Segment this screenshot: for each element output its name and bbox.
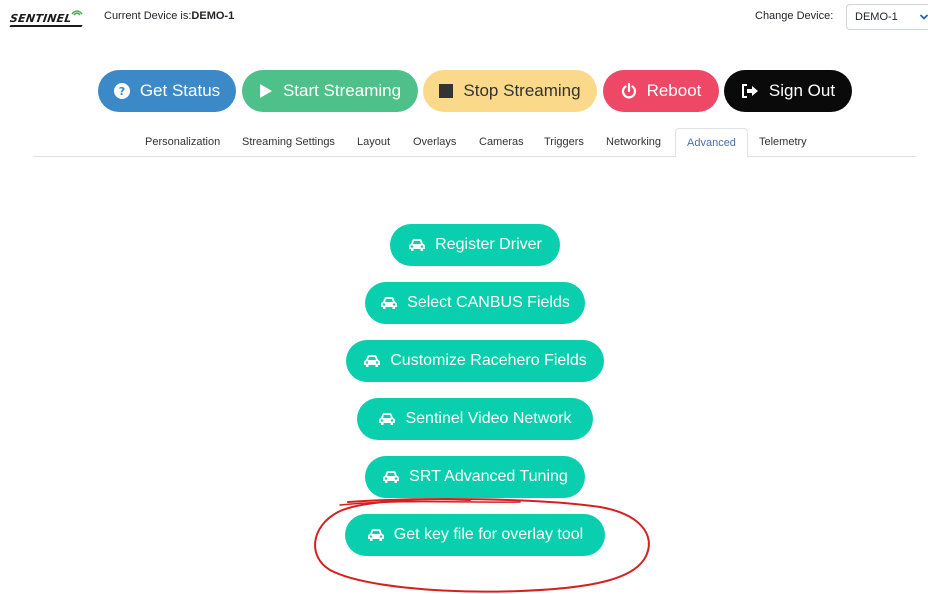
- get-key-file-button[interactable]: Get key file for overlay tool: [345, 514, 605, 556]
- sign-out-label: Sign Out: [768, 81, 836, 100]
- tab-networking[interactable]: Networking: [606, 136, 661, 148]
- logo-underline: [9, 25, 83, 27]
- select-canbus-fields-label: Select CANBUS Fields: [407, 294, 570, 311]
- logo-text: SENTINEL: [9, 12, 73, 25]
- tab-advanced[interactable]: Advanced: [675, 128, 748, 158]
- start-streaming-button[interactable]: Start Streaming: [242, 70, 418, 112]
- tab-personalization[interactable]: Personalization: [145, 136, 220, 148]
- stop-icon: [439, 84, 454, 98]
- sentinel-video-network-button[interactable]: Sentinel Video Network: [357, 398, 593, 440]
- current-device-label: Current Device is:: [104, 10, 192, 22]
- sentinel-logo: SENTINEL: [9, 6, 86, 28]
- select-canbus-fields-button[interactable]: Select CANBUS Fields: [365, 282, 585, 324]
- power-icon: [621, 83, 637, 99]
- tab-telemetry[interactable]: Telemetry: [759, 136, 807, 148]
- get-status-button[interactable]: ? Get Status: [98, 70, 236, 112]
- stop-streaming-label: Stop Streaming: [463, 81, 581, 100]
- srt-advanced-tuning-label: SRT Advanced Tuning: [409, 468, 568, 485]
- tab-triggers[interactable]: Triggers: [544, 136, 584, 148]
- current-device-value: DEMO-1: [191, 10, 235, 22]
- register-driver-button[interactable]: Register Driver: [390, 224, 560, 266]
- car-icon: [367, 528, 385, 542]
- car-icon: [363, 354, 381, 368]
- sign-out-icon: [741, 83, 759, 99]
- car-icon: [382, 470, 400, 484]
- start-streaming-label: Start Streaming: [282, 81, 402, 100]
- settings-tabs: Personalization Streaming Settings Layou…: [33, 128, 916, 158]
- get-key-file-label: Get key file for overlay tool: [393, 526, 584, 543]
- srt-advanced-tuning-button[interactable]: SRT Advanced Tuning: [365, 456, 585, 498]
- sentinel-video-network-label: Sentinel Video Network: [405, 410, 572, 427]
- device-select-value: DEMO-1: [855, 11, 898, 23]
- current-device-text: Current Device is:DEMO-1: [104, 10, 234, 22]
- tab-cameras[interactable]: Cameras: [479, 136, 524, 148]
- reboot-button[interactable]: Reboot: [603, 70, 719, 112]
- tab-overlays[interactable]: Overlays: [413, 136, 456, 148]
- car-icon: [380, 296, 398, 310]
- stop-streaming-button[interactable]: Stop Streaming: [423, 70, 597, 112]
- customize-racehero-fields-label: Customize Racehero Fields: [390, 352, 587, 369]
- play-icon: [259, 83, 273, 99]
- register-driver-label: Register Driver: [435, 236, 542, 253]
- get-status-label: Get Status: [139, 81, 221, 100]
- signal-icon: [71, 10, 83, 16]
- car-icon: [408, 238, 426, 252]
- svg-text:?: ?: [119, 85, 125, 98]
- sign-out-button[interactable]: Sign Out: [724, 70, 852, 112]
- tab-layout[interactable]: Layout: [357, 136, 390, 148]
- customize-racehero-fields-button[interactable]: Customize Racehero Fields: [346, 340, 604, 382]
- car-icon: [378, 412, 396, 426]
- device-select[interactable]: DEMO-1: [846, 4, 928, 30]
- chevron-down-icon: [919, 14, 928, 20]
- tab-streaming-settings[interactable]: Streaming Settings: [242, 136, 335, 148]
- change-device-label: Change Device:: [755, 10, 834, 22]
- reboot-label: Reboot: [646, 81, 702, 100]
- question-circle-icon: ?: [113, 83, 130, 99]
